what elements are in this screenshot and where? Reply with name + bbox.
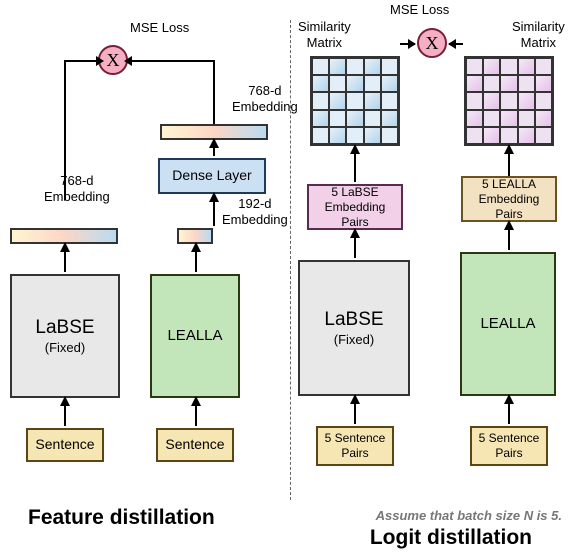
arrow-sentence-to-labse-r xyxy=(354,402,356,424)
labse-encoder-r: LaBSE (Fixed) xyxy=(298,260,410,396)
similarity-matrix-lealla xyxy=(464,56,554,146)
arrow-lealla-to-emb xyxy=(195,250,197,272)
arrow-sentence-to-lealla xyxy=(195,404,197,426)
sentence-pairs-right: 5 Sentence Pairs xyxy=(470,426,548,466)
arrow-lealla-to-pairs xyxy=(508,228,510,250)
arrow-sentence-to-lealla-r xyxy=(508,402,510,424)
title-feature-distillation: Feature distillation xyxy=(28,506,215,530)
sentence-pairs-left: 5 Sentence Pairs xyxy=(316,426,394,466)
logit-distillation-panel: MSE Loss X Similarity Matrix Similarity … xyxy=(290,0,574,530)
lealla-title: LEALLA xyxy=(167,327,222,346)
arrow-emb192-to-dense xyxy=(213,200,215,226)
labse-subtitle-r: (Fixed) xyxy=(334,332,374,348)
emb768-label-right: 768-d Embedding xyxy=(232,83,298,114)
sentence-input-right: Sentence xyxy=(156,428,234,462)
lealla-embedding-pairs: 5 LEALLA Embedding Pairs xyxy=(461,176,557,222)
similarity-matrix-labse xyxy=(310,56,400,146)
arrow-pairs-to-matrix-r xyxy=(508,152,510,176)
labse-title-r: LaBSE xyxy=(324,308,383,332)
sentence-input-left: Sentence xyxy=(26,428,104,462)
lealla-title-r: LEALLA xyxy=(480,315,535,334)
arrow-pairs-to-matrix-l xyxy=(354,152,356,182)
feature-distillation-panel: MSE Loss X 768-d Embedding Dense Layer 7… xyxy=(0,0,290,530)
arrow-labse-to-pairs xyxy=(354,236,356,258)
lealla-encoder: LEALLA xyxy=(150,274,240,398)
labse-embedding-pairs: 5 LaBSE Embedding Pairs xyxy=(307,184,403,230)
labse-subtitle: (Fixed) xyxy=(45,340,85,356)
dense-layer: Dense Layer xyxy=(158,158,266,194)
batch-size-note: Assume that batch size N is 5. xyxy=(376,508,562,523)
lealla-encoder-r: LEALLA xyxy=(460,252,556,396)
labse-title: LaBSE xyxy=(35,316,94,340)
emb192-label: 192-d Embedding xyxy=(222,196,288,227)
arrow-sentence-to-labse xyxy=(64,404,66,426)
title-logit-distillation: Logit distillation xyxy=(370,526,532,550)
arrow-labse-to-emb xyxy=(64,250,66,272)
labse-encoder: LaBSE (Fixed) xyxy=(10,274,120,398)
emb768-label-left: 768-d Embedding xyxy=(44,173,110,204)
arrow-dense-to-emb xyxy=(213,146,215,156)
